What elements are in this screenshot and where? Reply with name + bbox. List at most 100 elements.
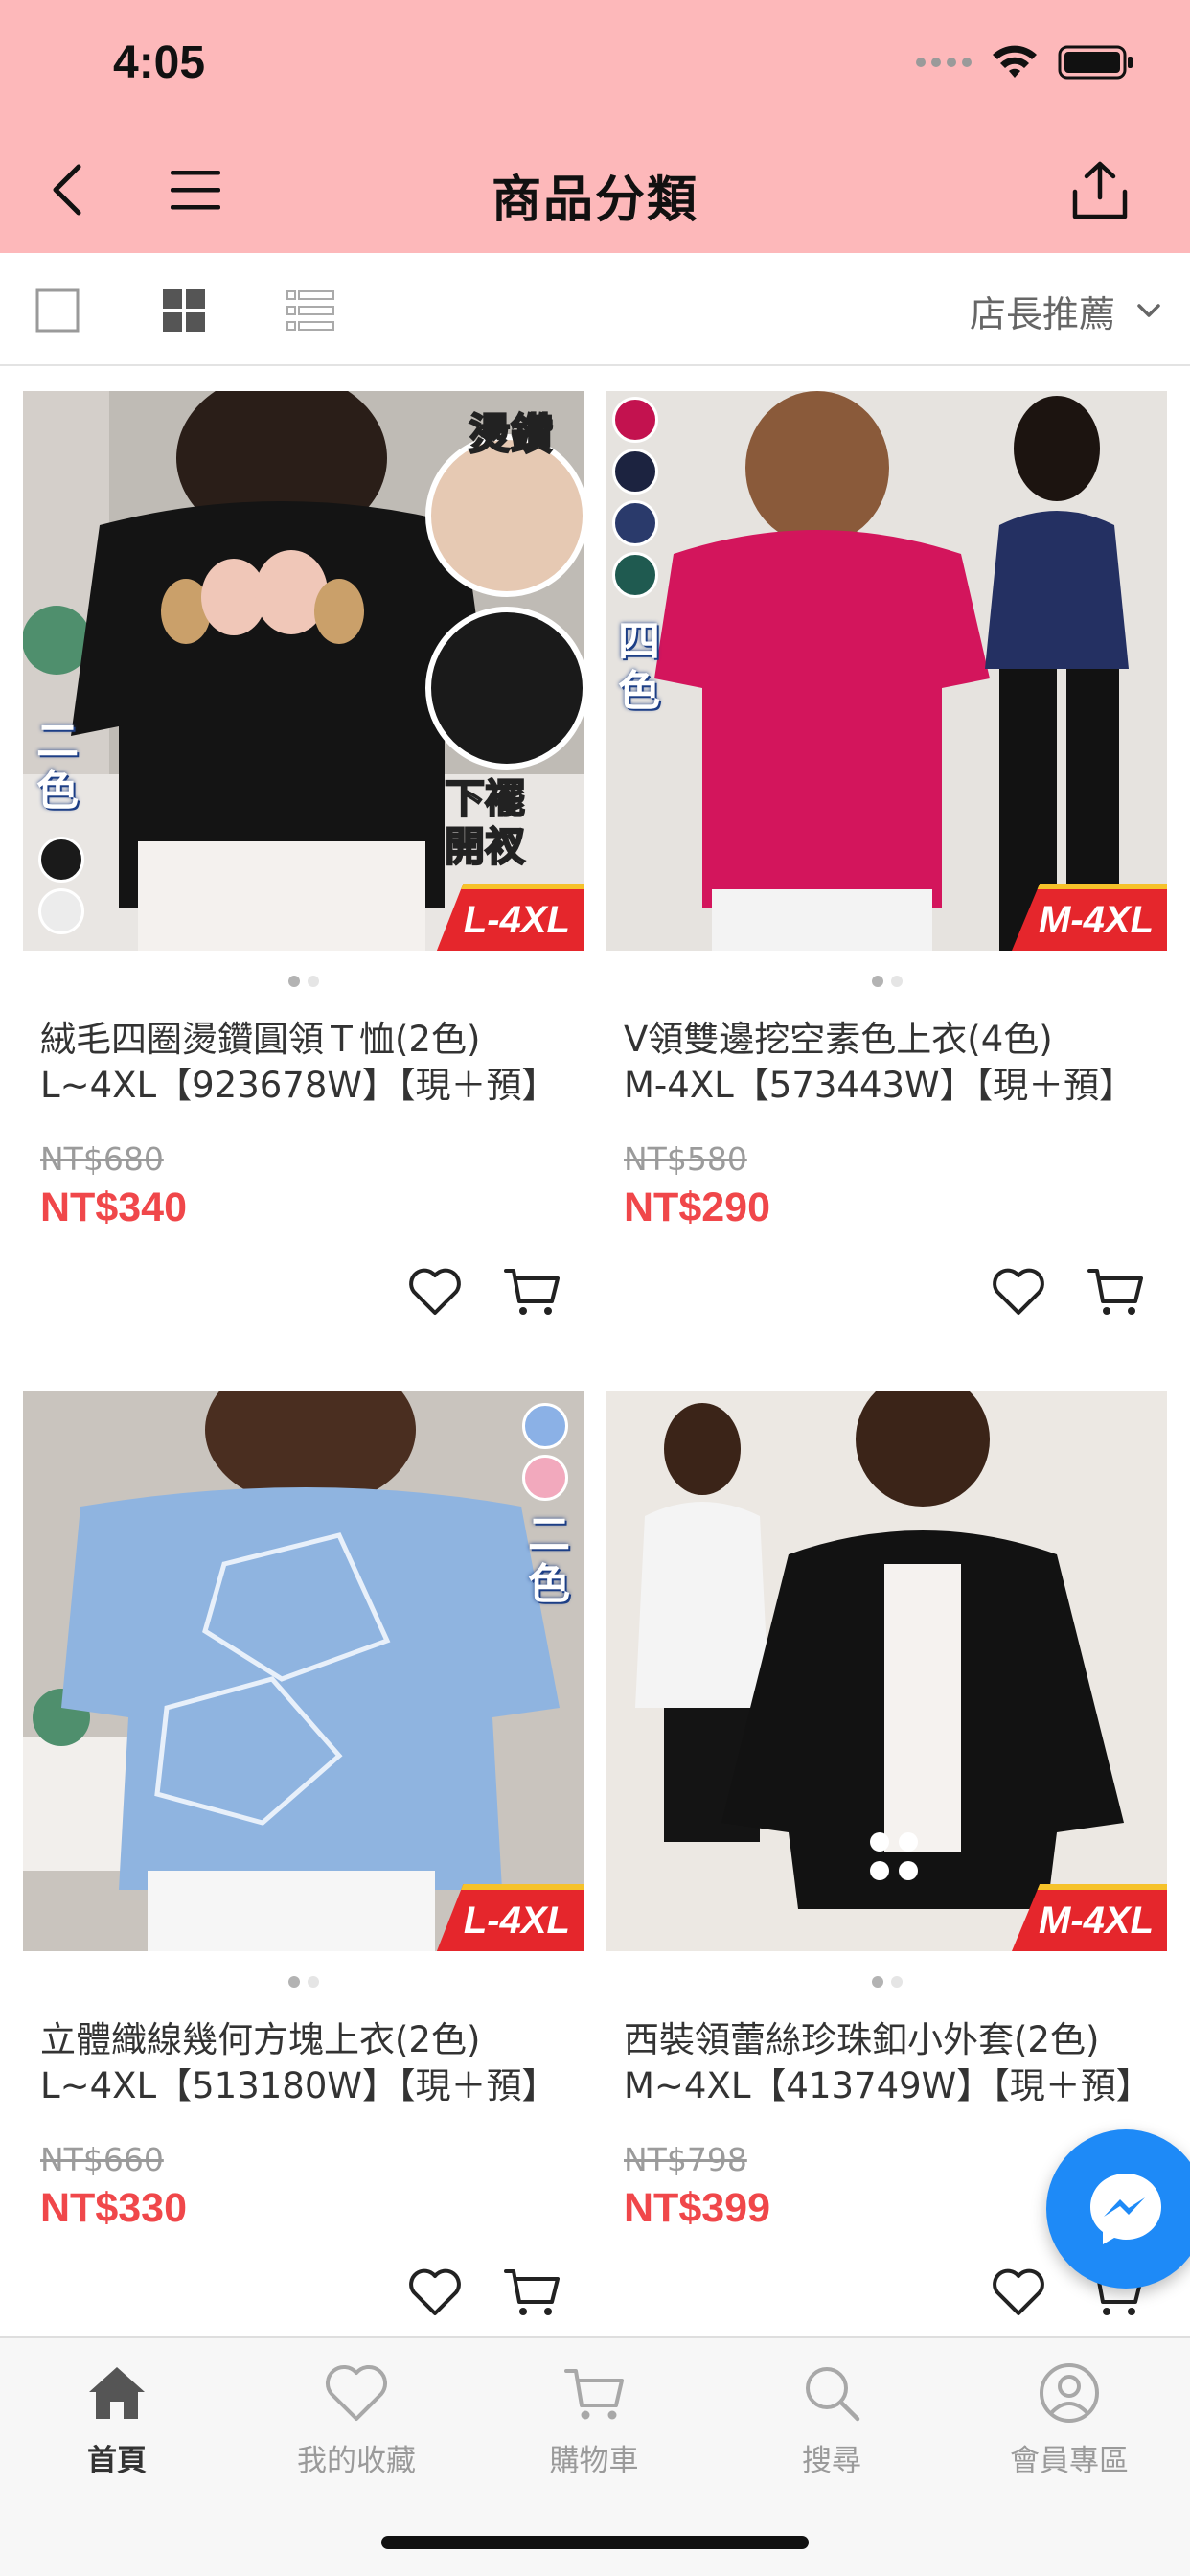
tab-search[interactable]: 搜尋 (736, 2359, 927, 2494)
image-text-diamond: 燙鑽 (469, 410, 553, 459)
favorite-button[interactable] (404, 1261, 466, 1322)
product-photo (606, 391, 1167, 951)
heart-icon (409, 2268, 461, 2315)
product-subtitle[interactable]: L~4XL【923678W】【現＋預】 (40, 1056, 570, 1108)
product-title[interactable]: 絨毛四圈燙鑽圓領Ｔ恤(2色) (40, 1010, 570, 1062)
heart-icon (409, 1268, 461, 1315)
tab-favorites-label: 我的收藏 (297, 2444, 416, 2478)
messenger-icon (1090, 2174, 1161, 2244)
color-count-label: 二色 (528, 1510, 570, 1609)
color-swatch (612, 500, 658, 546)
color-swatch (522, 1455, 568, 1501)
add-to-cart-button[interactable] (1086, 1261, 1147, 1322)
product-image[interactable]: 二色 L-4XL (23, 1392, 584, 1951)
tab-member-label: 會員專區 (1010, 2444, 1129, 2478)
original-price: NT$680 (40, 1140, 164, 1178)
image-pager (23, 976, 584, 987)
home-indicator[interactable] (381, 2536, 809, 2549)
original-price: NT$798 (624, 2141, 747, 2178)
cart-icon (504, 2269, 560, 2315)
heart-icon (326, 2365, 387, 2421)
tab-search-label: 搜尋 (802, 2444, 861, 2478)
tab-cart-label: 購物車 (549, 2444, 639, 2478)
image-pager (606, 976, 1167, 987)
original-price: NT$580 (624, 1140, 747, 1178)
tab-favorites[interactable]: 我的收藏 (261, 2359, 452, 2494)
tab-home[interactable]: 首頁 (21, 2359, 213, 2494)
grid-view-icon (163, 289, 205, 332)
color-swatch (38, 837, 84, 883)
signal-icon (916, 58, 972, 67)
image-pager (606, 1976, 1167, 1988)
view-single-button[interactable] (31, 284, 84, 337)
favorite-button[interactable] (988, 2262, 1049, 2323)
image-pager (23, 1976, 584, 1988)
image-text-slit-2: 開衩 (445, 823, 525, 870)
color-swatches (38, 837, 84, 934)
single-view-icon (35, 288, 80, 333)
heart-icon (993, 2268, 1044, 2315)
product-image[interactable]: M-4XL (606, 1392, 1167, 1951)
product-image[interactable]: 四色 M-4XL (606, 391, 1167, 951)
add-to-cart-button[interactable] (502, 1261, 563, 1322)
tab-member[interactable]: 會員專區 (973, 2359, 1165, 2494)
color-swatch (612, 397, 658, 443)
chevron-down-icon (1137, 304, 1160, 317)
product-card[interactable]: 燙鑽 下襬 開衩 二色 L-4XL 絨毛四圈燙鑽圓領Ｔ恤(2色) L~4XL【9… (23, 391, 584, 1349)
share-button[interactable] (1062, 151, 1138, 228)
color-swatch (612, 448, 658, 494)
home-icon (89, 2367, 145, 2419)
color-count-label: 四色 (618, 617, 660, 716)
tab-cart[interactable]: 購物車 (498, 2359, 690, 2494)
product-image[interactable]: 燙鑽 下襬 開衩 二色 L-4XL (23, 391, 584, 951)
search-icon (806, 2367, 860, 2422)
product-photo (606, 1392, 1167, 1951)
add-to-cart-button[interactable] (502, 2262, 563, 2323)
original-price: NT$660 (40, 2141, 164, 2178)
sale-price: NT$399 (624, 2185, 770, 2231)
product-title[interactable]: V領雙邊挖空素色上衣(4色) (624, 1010, 1154, 1062)
color-swatch (612, 552, 658, 598)
color-swatch (522, 1403, 568, 1449)
product-card[interactable]: 二色 L-4XL 立體織線幾何方塊上衣(2色) L~4XL【513180W】【現… (23, 1392, 584, 2336)
product-title[interactable]: 西裝領蕾絲珍珠釦小外套(2色) (624, 2011, 1154, 2062)
battery-icon (1058, 45, 1133, 80)
sort-dropdown[interactable]: 店長推薦 (970, 282, 1161, 339)
sale-price: NT$290 (624, 1184, 770, 1230)
color-swatch (38, 888, 84, 934)
sale-price: NT$330 (40, 2185, 187, 2231)
cart-icon (1087, 1269, 1143, 1315)
favorite-button[interactable] (988, 1261, 1049, 1322)
product-photo: 燙鑽 下襬 開衩 (23, 391, 584, 951)
color-swatches (522, 1403, 568, 1501)
product-subtitle[interactable]: M~4XL【413749W】【現＋預】 (624, 2057, 1154, 2108)
color-swatches (612, 397, 658, 598)
share-icon (1072, 161, 1128, 219)
favorite-button[interactable] (404, 2262, 466, 2323)
product-card[interactable]: 四色 M-4XL V領雙邊挖空素色上衣(4色) M-4XL【573443W】【現… (606, 391, 1167, 1349)
list-view-icon (286, 290, 334, 331)
product-photo (23, 1392, 584, 1951)
sort-label: 店長推薦 (969, 292, 1115, 335)
status-time: 4:05 (113, 37, 206, 88)
product-subtitle[interactable]: L~4XL【513180W】【現＋預】 (40, 2057, 570, 2108)
heart-icon (993, 1268, 1044, 1315)
product-title[interactable]: 立體織線幾何方塊上衣(2色) (40, 2011, 570, 2062)
header: 商品分類 (0, 144, 1190, 236)
cart-icon (564, 2369, 624, 2420)
wifi-icon (993, 45, 1037, 78)
color-count-label: 二色 (36, 717, 79, 816)
top-bar: 4:05 商品分類 (0, 0, 1190, 253)
image-text-slit-1: 下襬 (445, 775, 525, 822)
view-list-button[interactable] (284, 284, 337, 337)
status-icons (916, 42, 1134, 82)
cart-icon (504, 1269, 560, 1315)
sale-price: NT$340 (40, 1184, 187, 1230)
list-toolbar: 店長推薦 (0, 253, 1190, 366)
view-grid-button[interactable] (157, 284, 211, 337)
tab-home-label: 首頁 (87, 2444, 147, 2478)
user-icon (1040, 2363, 1099, 2423)
page-title: 商品分類 (491, 172, 698, 229)
product-subtitle[interactable]: M-4XL【573443W】【現＋預】 (624, 1056, 1154, 1108)
product-grid: 燙鑽 下襬 開衩 二色 L-4XL 絨毛四圈燙鑽圓領Ｔ恤(2色) L~4XL【9… (23, 391, 1167, 2336)
